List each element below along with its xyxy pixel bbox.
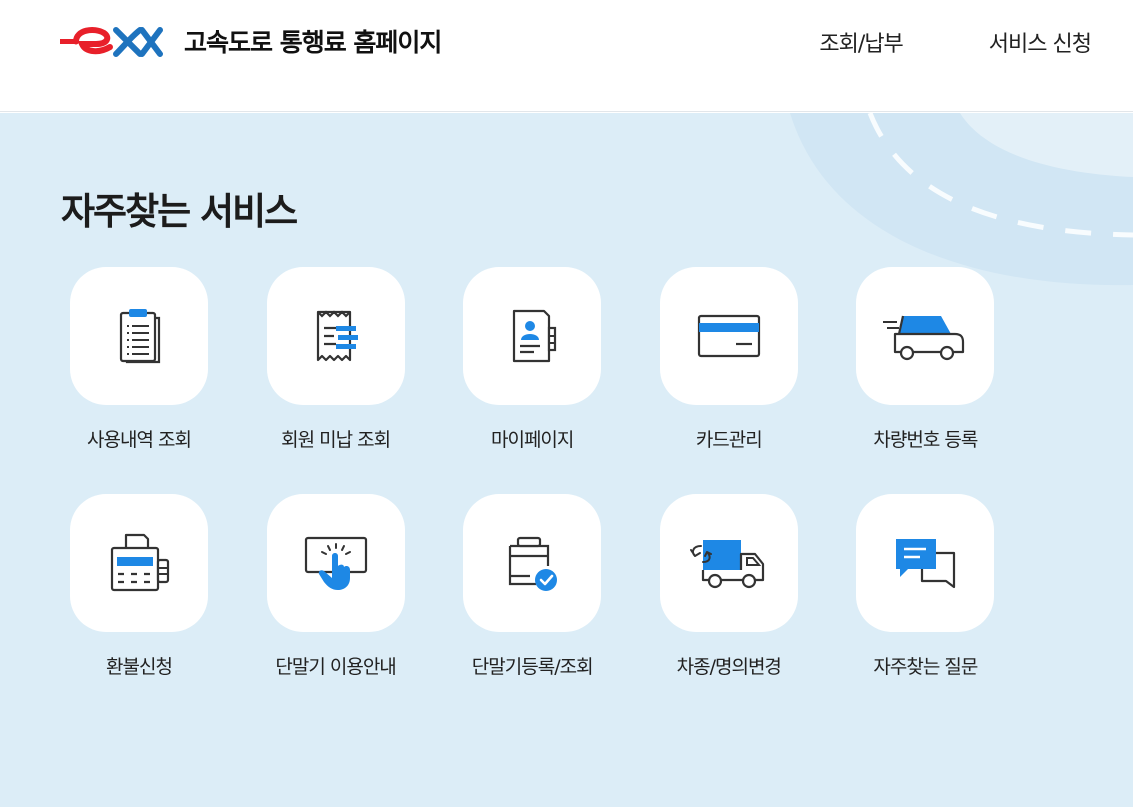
service-grid: 사용내역 조회 회원 미납 조회 마이페이지 카드관리 차량번호 등록 환불신청… xyxy=(60,267,1020,679)
service-icon-box xyxy=(463,267,602,405)
cash-register-icon xyxy=(110,533,170,592)
service-label: 단말기등록/조회 xyxy=(471,656,594,678)
service-label: 차종/명의변경 xyxy=(676,656,782,678)
service-terminal-registration[interactable]: 단말기등록/조회 xyxy=(453,494,611,679)
site-header: 고속도로 통행료 홈페이지 조회/납부 서비스 신청 xyxy=(0,0,1133,112)
service-label: 자주찾는 질문 xyxy=(873,656,978,678)
service-icon-box xyxy=(70,267,208,405)
service-vehicle-registration[interactable]: 차량번호 등록 xyxy=(846,267,1004,452)
service-terminal-guide[interactable]: 단말기 이용안내 xyxy=(257,494,415,679)
site-logo[interactable]: 고속도로 통행료 홈페이지 xyxy=(60,22,442,60)
service-refund-request[interactable]: 환불신청 xyxy=(60,494,218,679)
service-my-page[interactable]: 마이페이지 xyxy=(453,267,611,452)
service-label: 단말기 이용안내 xyxy=(275,656,396,678)
service-icon-box xyxy=(659,494,798,632)
service-icon-box xyxy=(856,267,995,405)
service-icon-box xyxy=(659,267,798,405)
service-icon-box xyxy=(463,494,602,632)
service-label: 환불신청 xyxy=(106,656,173,678)
service-icon-box xyxy=(266,494,405,632)
service-label: 마이페이지 xyxy=(490,429,574,451)
car-icon xyxy=(883,315,965,361)
chat-bubbles-icon xyxy=(896,539,956,589)
service-label: 차량번호 등록 xyxy=(873,429,978,451)
service-icon-box xyxy=(70,494,208,632)
clipboard-list-icon xyxy=(119,309,161,364)
service-label: 카드관리 xyxy=(695,429,763,451)
service-card-management[interactable]: 카드관리 xyxy=(650,267,808,452)
credit-card-icon xyxy=(697,314,760,358)
truck-exchange-icon xyxy=(689,540,764,589)
profile-card-icon xyxy=(513,309,557,363)
service-unpaid-inquiry[interactable]: 회원 미납 조회 xyxy=(257,267,415,452)
ex-logo-icon xyxy=(60,27,163,57)
main-section: 자주찾는 서비스 사용내역 조회 회원 미납 조회 마이페이지 카드관리 차량번… xyxy=(0,113,1133,807)
site-title: 고속도로 통행료 홈페이지 xyxy=(184,28,442,57)
main-nav: 조회/납부 서비스 신청 xyxy=(733,26,1092,58)
service-usage-history[interactable]: 사용내역 조회 xyxy=(60,267,218,452)
receipt-icon xyxy=(316,310,358,362)
service-faq[interactable]: 자주찾는 질문 xyxy=(846,494,1004,679)
service-label: 회원 미납 조회 xyxy=(281,429,391,451)
section-title: 자주찾는 서비스 xyxy=(61,190,298,233)
service-icon-box xyxy=(266,267,405,405)
nav-inquiry-payment[interactable]: 조회/납부 xyxy=(819,26,903,58)
service-icon-box xyxy=(856,494,995,632)
service-label: 사용내역 조회 xyxy=(87,429,192,451)
touch-screen-icon xyxy=(304,536,367,590)
service-vehicle-type-change[interactable]: 차종/명의변경 xyxy=(650,494,808,679)
device-check-icon xyxy=(509,536,558,591)
nav-service-application[interactable]: 서비스 신청 xyxy=(989,26,1092,58)
